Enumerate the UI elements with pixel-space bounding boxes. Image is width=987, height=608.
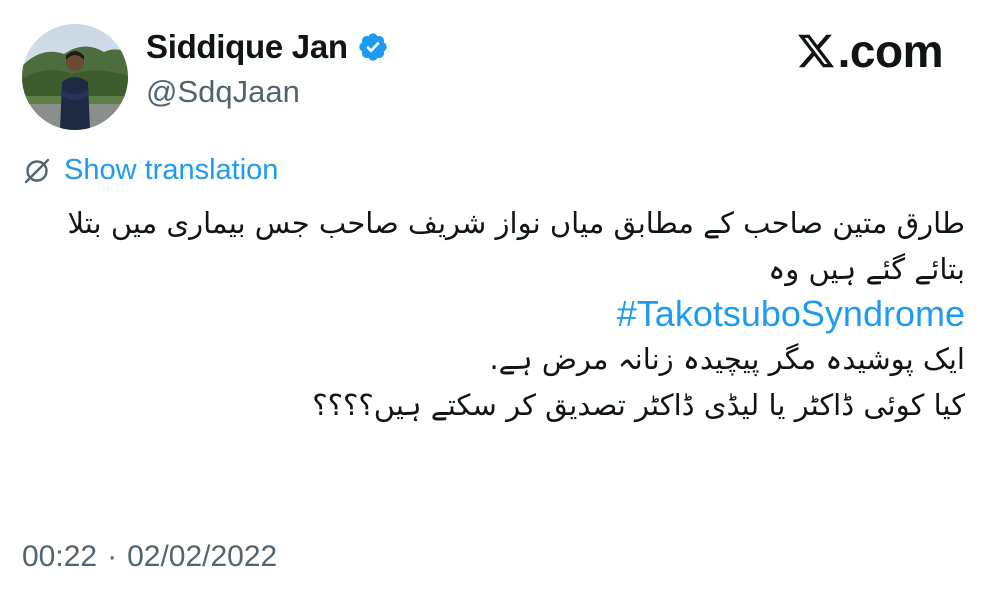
tweet-timestamp[interactable]: 00:22 · 02/02/2022 — [22, 540, 277, 574]
x-logo-suffix: .com — [837, 25, 944, 77]
hashtag-link[interactable]: #TakotsuboSyndrome — [20, 292, 965, 336]
show-translation-button[interactable]: Show translation — [22, 154, 278, 187]
tweet-date[interactable]: 02/02/2022 — [127, 540, 277, 574]
author-handle[interactable]: @SdqJaan — [146, 74, 300, 110]
tweet-text: طارق متین صاحب کے مطابق میاں نواز شریف ص… — [20, 200, 965, 428]
x-logo-icon — [797, 34, 834, 68]
author-display-name[interactable]: Siddique Jan — [146, 28, 348, 66]
tweet-text-line: طارق متین صاحب کے مطابق میاں نواز شریف ص… — [67, 206, 965, 240]
globe-slash-icon — [24, 158, 50, 183]
tweet-time[interactable]: 00:22 — [22, 540, 97, 574]
x-com-logo: .com — [796, 24, 944, 78]
timestamp-separator: · — [107, 540, 118, 573]
avatar-image — [22, 24, 128, 130]
tweet-text-line: کیا کوئی ڈاکٹر یا لیڈی ڈاکٹر تصدیق کر سک… — [312, 388, 965, 422]
avatar[interactable] — [22, 24, 128, 130]
verified-badge-icon — [357, 31, 389, 63]
show-translation-label[interactable]: Show translation — [64, 154, 278, 187]
author-name-row[interactable]: Siddique Jan — [146, 28, 389, 66]
tweet-text-line: ایک پوشیدہ مگر پیچیدہ زنانہ مرض ہے. — [489, 342, 965, 376]
tweet-text-line: بتائے گئے ہیں وہ — [768, 252, 965, 286]
